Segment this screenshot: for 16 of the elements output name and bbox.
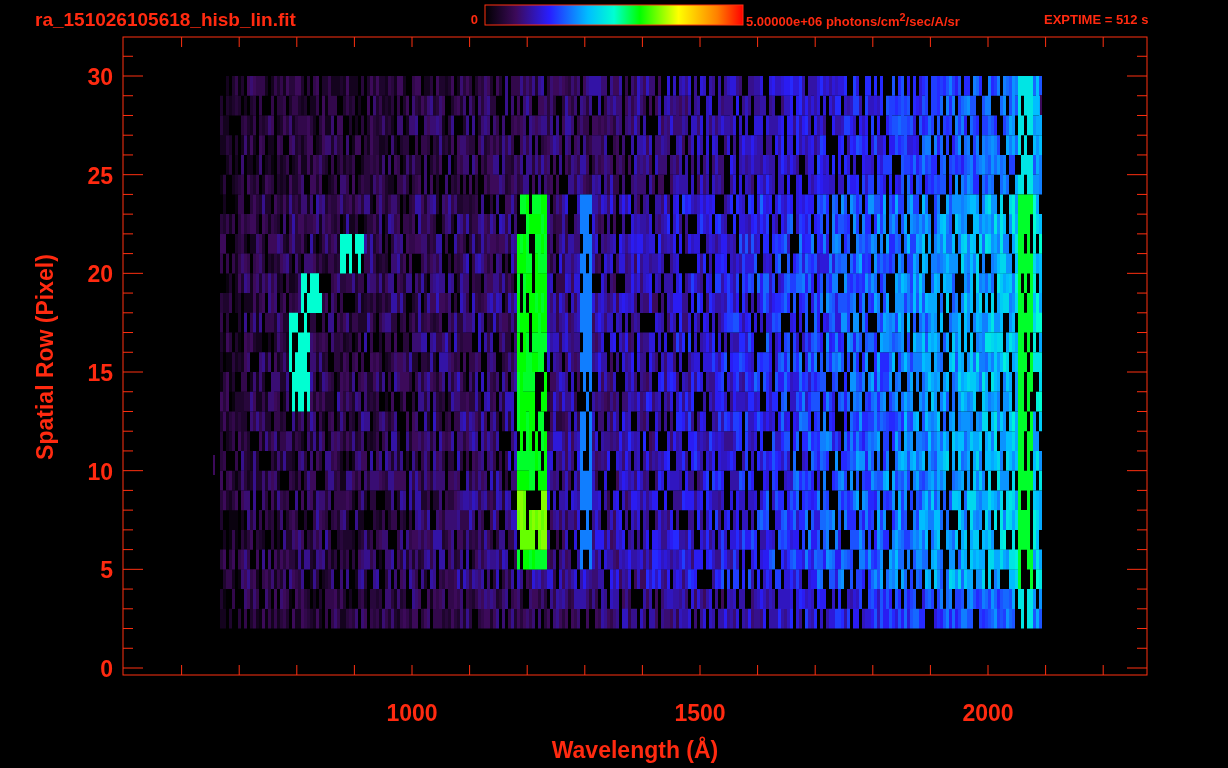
y-tick-label: 30 (87, 64, 113, 90)
y-tick-label: 10 (87, 458, 113, 485)
x-tick-label: 1500 (674, 700, 726, 726)
colorbar-min-label: 0 (470, 12, 478, 27)
y-tick-label: 25 (87, 162, 113, 189)
y-axis-label: Spatial Row (Pixel) (32, 254, 58, 460)
y-tick-label: 0 (100, 656, 113, 682)
y-tick-label: 5 (100, 557, 113, 584)
y-tick-label: 15 (87, 360, 113, 386)
exposure-time: EXPTIME = 512 s (1044, 12, 1149, 27)
file-title: ra_151026105618_hisb_lin.fit (35, 9, 296, 30)
y-tick-label: 20 (87, 261, 113, 288)
colorbar-max-label: 5.00000e+06 photons/cm$^{2}$/sec/A/sr (746, 10, 961, 30)
x-tick-label: 1000 (386, 700, 438, 726)
x-axis-label: Wavelength (Å) (551, 737, 719, 763)
x-tick-label: 2000 (962, 700, 1014, 726)
